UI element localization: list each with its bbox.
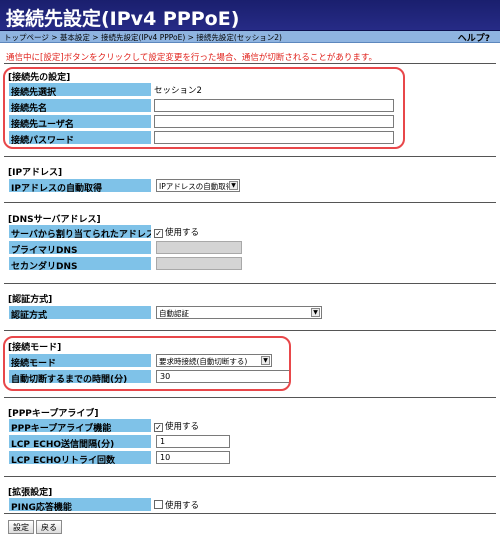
keepalive-checkbox[interactable]: ✓ 使用する: [154, 420, 199, 432]
highlight-mode: [3, 336, 291, 391]
label-dns-primary: プライマリDNS: [8, 240, 152, 255]
row-ip-auto: IPアドレスの自動取得 IPアドレスの自動取得 ▼: [8, 178, 400, 194]
title-bar: 接続先設定(IPv4 PPPoE): [0, 0, 500, 31]
divider: [4, 283, 496, 284]
row-dns-secondary: セカンダリDNS: [8, 256, 400, 272]
page-title: 接続先設定(IPv4 PPPoE): [6, 8, 240, 30]
keepalive-checkbox-label: 使用する: [165, 422, 200, 432]
label-keepalive-retry: LCP ECHOリトライ回数: [8, 450, 152, 465]
row-dns-server: サーバから割り当てられたアドレス ✓ 使用する: [8, 224, 400, 240]
section-title-ip: [IPアドレス]: [8, 168, 63, 178]
row-keepalive-retry: LCP ECHOリトライ回数: [8, 450, 400, 466]
label-keepalive-interval: LCP ECHO送信間隔(分): [8, 434, 152, 449]
chevron-down-icon: ▼: [229, 181, 238, 190]
ping-checkbox-label: 使用する: [165, 501, 200, 511]
divider: [4, 513, 496, 514]
label-keepalive-function: PPPキープアライブ機能: [8, 418, 152, 433]
row-keepalive-interval: LCP ECHO送信間隔(分): [8, 434, 400, 450]
warning-message: 通信中に[設定]ボタンをクリックして設定変更を行った場合、通信が切断されることが…: [6, 53, 378, 63]
auth-method-select-value: 自動認証: [159, 309, 189, 318]
help-link[interactable]: ヘルプ?: [458, 31, 490, 44]
breadcrumb[interactable]: トップページ > 基本設定 > 接続先設定(IPv4 PPPoE) > 接続先設…: [4, 32, 282, 43]
divider: [4, 202, 496, 203]
keepalive-retry-input[interactable]: [156, 451, 230, 464]
label-ip-auto: IPアドレスの自動取得: [8, 178, 152, 193]
dns-server-checkbox[interactable]: ✓ 使用する: [154, 226, 199, 238]
keepalive-interval-input[interactable]: [156, 435, 230, 448]
ip-auto-select[interactable]: IPアドレスの自動取得 ▼: [156, 179, 240, 192]
dns-secondary-input[interactable]: [156, 257, 242, 270]
checkbox-unchecked-icon: [154, 500, 163, 509]
divider: [4, 156, 496, 157]
label-dns-server: サーバから割り当てられたアドレス: [8, 224, 152, 239]
ping-checkbox[interactable]: 使用する: [154, 499, 199, 511]
divider: [4, 476, 496, 477]
divider: [4, 63, 496, 64]
divider: [4, 397, 496, 398]
row-dns-primary: プライマリDNS: [8, 240, 400, 256]
dns-server-checkbox-label: 使用する: [165, 228, 200, 238]
auth-method-select[interactable]: 自動認証 ▼: [156, 306, 322, 319]
divider: [4, 330, 496, 331]
row-auth-method: 認証方式 自動認証 ▼: [8, 305, 400, 321]
highlight-connection: [3, 67, 405, 149]
section-title-auth: [認証方式]: [8, 295, 53, 305]
checkbox-checked-icon: ✓: [154, 423, 163, 432]
row-keepalive-function: PPPキープアライブ機能 ✓ 使用する: [8, 418, 400, 434]
dns-primary-input[interactable]: [156, 241, 242, 254]
breadcrumb-bar: トップページ > 基本設定 > 接続先設定(IPv4 PPPoE) > 接続先設…: [0, 31, 500, 44]
row-extended-ping: PING応答機能 使用する: [8, 497, 400, 513]
label-dns-secondary: セカンダリDNS: [8, 256, 152, 271]
ip-auto-select-value: IPアドレスの自動取得: [159, 182, 234, 191]
save-button[interactable]: 設定: [8, 520, 34, 534]
label-auth-method: 認証方式: [8, 305, 152, 320]
label-extended-ping: PING応答機能: [8, 497, 152, 512]
chevron-down-icon: ▼: [311, 308, 320, 317]
checkbox-checked-icon: ✓: [154, 229, 163, 238]
back-button[interactable]: 戻る: [36, 520, 62, 534]
